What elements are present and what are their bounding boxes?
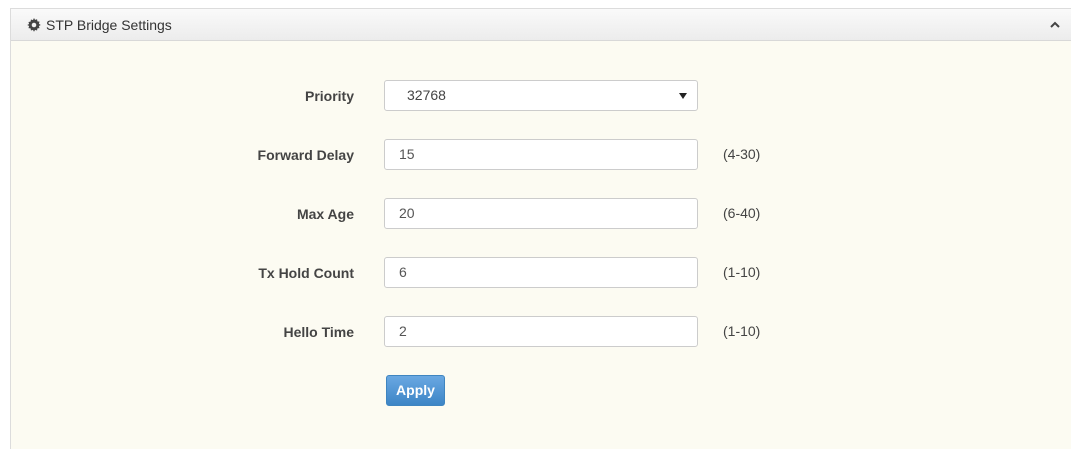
forward-delay-label: Forward Delay bbox=[257, 147, 354, 163]
hello-time-label: Hello Time bbox=[283, 324, 354, 340]
panel-title: STP Bridge Settings bbox=[46, 17, 172, 33]
caret-down-icon bbox=[679, 93, 687, 99]
max-age-range: (6-40) bbox=[723, 205, 761, 221]
forward-delay-row: Forward Delay 15 (4-30) bbox=[11, 139, 1071, 171]
gear-icon bbox=[27, 18, 41, 32]
apply-button[interactable]: Apply bbox=[386, 375, 445, 406]
panel-header: STP Bridge Settings bbox=[11, 9, 1071, 41]
hello-time-range: (1-10) bbox=[723, 323, 761, 339]
priority-select[interactable]: 32768 bbox=[384, 80, 698, 111]
priority-row: Priority 32768 bbox=[11, 80, 1071, 112]
priority-select-value: 32768 bbox=[407, 87, 446, 103]
chevron-up-icon[interactable] bbox=[1049, 20, 1061, 30]
hello-time-row: Hello Time 2 (1-10) bbox=[11, 316, 1071, 348]
max-age-field[interactable]: 20 bbox=[384, 198, 698, 229]
tx-hold-count-range: (1-10) bbox=[723, 264, 761, 280]
max-age-label: Max Age bbox=[296, 206, 354, 222]
stp-bridge-settings-panel: STP Bridge Settings Priority 32768 Forwa… bbox=[10, 8, 1071, 449]
forward-delay-field[interactable]: 15 bbox=[384, 139, 698, 170]
forward-delay-range: (4-30) bbox=[723, 146, 761, 162]
tx-hold-count-field[interactable]: 6 bbox=[384, 257, 698, 288]
priority-label: Priority bbox=[304, 88, 354, 104]
hello-time-field[interactable]: 2 bbox=[384, 316, 698, 347]
tx-hold-count-row: Tx Hold Count 6 (1-10) bbox=[11, 257, 1071, 289]
max-age-row: Max Age 20 (6-40) bbox=[11, 198, 1071, 230]
tx-hold-count-label: Tx Hold Count bbox=[258, 265, 354, 281]
